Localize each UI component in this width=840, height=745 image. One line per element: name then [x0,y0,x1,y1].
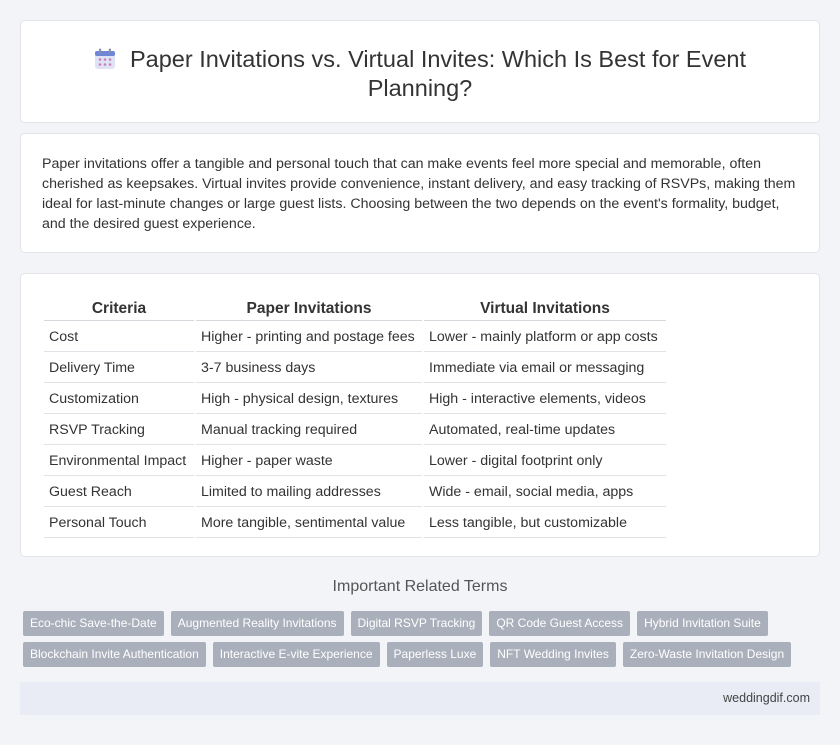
header-paper: Paper Invitations [196,297,422,321]
table-row: Delivery Time 3-7 business days Immediat… [44,354,666,383]
virtual-cell: High - interactive elements, videos [424,385,666,414]
paper-cell: 3-7 business days [196,354,422,383]
page-title-wrap: Paper Invitations vs. Virtual Invites: W… [21,45,819,103]
paper-cell: Limited to mailing addresses [196,478,422,507]
table-row: Personal Touch More tangible, sentimenta… [44,509,666,538]
table-row: Customization High - physical design, te… [44,385,666,414]
virtual-cell: Wide - email, social media, apps [424,478,666,507]
related-term-tag[interactable]: Blockchain Invite Authentication [23,642,206,667]
criteria-cell: Delivery Time [44,354,194,383]
related-term-tag[interactable]: Digital RSVP Tracking [350,611,483,636]
virtual-cell: Automated, real-time updates [424,416,666,445]
paper-cell: High - physical design, textures [196,385,422,414]
comparison-card: Criteria Paper Invitations Virtual Invit… [20,273,820,557]
table-header-row: Criteria Paper Invitations Virtual Invit… [44,297,666,321]
criteria-cell: Environmental Impact [44,447,194,476]
table-row: RSVP Tracking Manual tracking required A… [44,416,666,445]
criteria-cell: RSVP Tracking [44,416,194,445]
table-row: Guest Reach Limited to mailing addresses… [44,478,666,507]
related-term-tag[interactable]: NFT Wedding Invites [490,642,616,667]
related-terms-list: Eco-chic Save-the-Date Augmented Reality… [23,611,813,667]
paper-cell: More tangible, sentimental value [196,509,422,538]
footer: weddingdif.com [20,682,820,715]
related-terms-heading: Important Related Terms [332,578,508,595]
calendar-icon [94,48,115,69]
table-row: Cost Higher - printing and postage fees … [44,323,666,352]
related-term-tag[interactable]: Paperless Luxe [386,642,484,667]
virtual-cell: Lower - digital footprint only [424,447,666,476]
criteria-cell: Guest Reach [44,478,194,507]
paper-cell: Higher - paper waste [196,447,422,476]
virtual-cell: Lower - mainly platform or app costs [424,323,666,352]
related-term-tag[interactable]: QR Code Guest Access [489,611,631,636]
comparison-table: Criteria Paper Invitations Virtual Invit… [42,295,668,540]
page-title: Paper Invitations vs. Virtual Invites: W… [129,46,747,101]
paper-cell: Higher - printing and postage fees [196,323,422,352]
intro-card: Paper invitations offer a tangible and p… [20,133,820,253]
header-criteria: Criteria [44,297,194,321]
virtual-cell: Less tangible, but customizable [424,509,666,538]
paper-cell: Manual tracking required [196,416,422,445]
header-virtual: Virtual Invitations [424,297,666,321]
related-term-tag[interactable]: Hybrid Invitation Suite [637,611,768,636]
criteria-cell: Personal Touch [44,509,194,538]
intro-paragraph: Paper invitations offer a tangible and p… [42,156,796,232]
table-row: Environmental Impact Higher - paper wast… [44,447,666,476]
related-term-tag[interactable]: Augmented Reality Invitations [170,611,344,636]
title-card: Paper Invitations vs. Virtual Invites: W… [20,20,820,123]
virtual-cell: Immediate via email or messaging [424,354,666,383]
criteria-cell: Cost [44,323,194,352]
footer-site-link[interactable]: weddingdif.com [723,691,810,705]
criteria-cell: Customization [44,385,194,414]
related-term-tag[interactable]: Eco-chic Save-the-Date [23,611,164,636]
related-term-tag[interactable]: Zero-Waste Invitation Design [622,642,792,667]
related-term-tag[interactable]: Interactive E-vite Experience [212,642,380,667]
